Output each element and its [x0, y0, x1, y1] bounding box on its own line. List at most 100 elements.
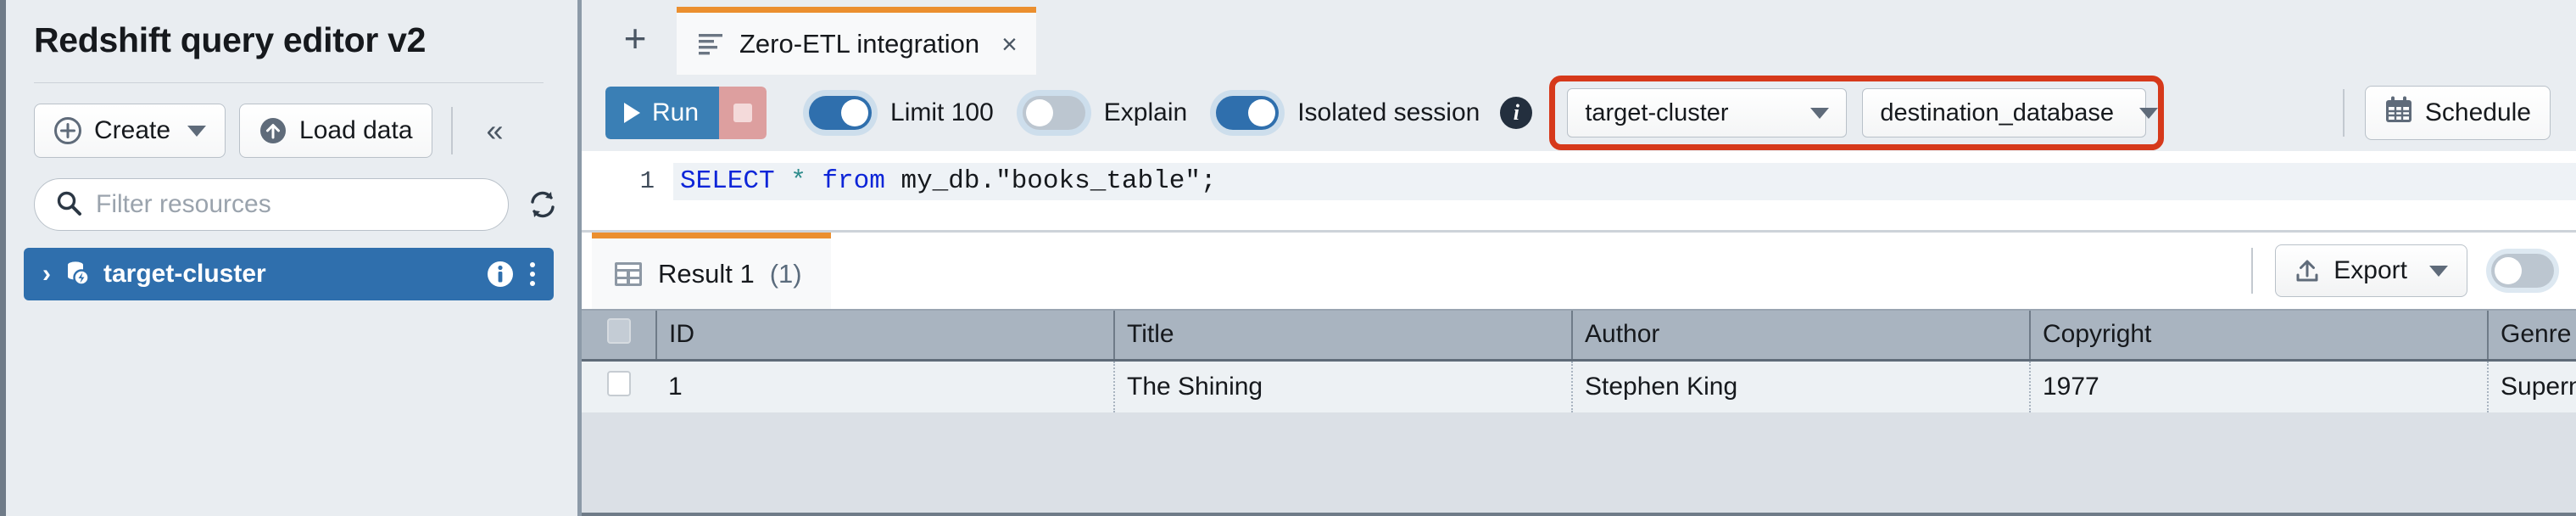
cell-copyright: 1977: [2030, 360, 2488, 412]
results-grid-wrap: ID Title Author Copyright Genre 1 The: [582, 311, 2576, 516]
stop-button[interactable]: [719, 87, 767, 139]
refresh-icon[interactable]: [526, 188, 560, 222]
info-icon[interactable]: [486, 260, 515, 289]
result-tab-count: (1): [770, 259, 802, 289]
chevron-down-icon: [187, 126, 206, 137]
column-header-id[interactable]: ID: [656, 311, 1114, 360]
tab-zero-etl-integration[interactable]: Zero-ETL integration ×: [677, 7, 1036, 75]
run-button[interactable]: Run: [605, 87, 719, 139]
page-title: Redshift query editor v2: [0, 0, 577, 60]
toggle-knob: [1026, 99, 1053, 126]
sql-table-ref: my_db."books_table";: [885, 166, 1217, 196]
limit-toggle[interactable]: [809, 96, 872, 130]
resource-tree: › target-cluster: [0, 231, 577, 300]
column-header-copyright[interactable]: Copyright: [2030, 311, 2488, 360]
close-icon[interactable]: ×: [1001, 31, 1018, 58]
sql-keyword-select: SELECT: [680, 166, 775, 196]
create-button-label: Create: [94, 116, 170, 145]
redshift-query-editor-app: Redshift query editor v2 Create: [0, 0, 2576, 516]
database-select[interactable]: destination_database: [1862, 88, 2146, 137]
schedule-button[interactable]: Schedule: [2365, 86, 2551, 140]
cluster-icon: [63, 258, 92, 291]
database-select-value: destination_database: [1880, 99, 2114, 127]
cell-author: Stephen King: [1572, 360, 2030, 412]
select-all-checkbox[interactable]: [607, 318, 631, 344]
sql-code-line[interactable]: SELECT * from my_db."books_table";: [673, 163, 2576, 200]
sql-editor[interactable]: 1 SELECT * from my_db."books_table";: [582, 151, 2576, 233]
table-header-row: ID Title Author Copyright Genre: [582, 311, 2576, 360]
chevron-down-icon: [1810, 108, 1829, 119]
isolated-session-toggle[interactable]: [1216, 96, 1279, 130]
sql-space-2: [806, 166, 822, 196]
select-all-header[interactable]: [582, 311, 656, 360]
chevron-right-icon[interactable]: ›: [42, 261, 51, 287]
cluster-select[interactable]: target-cluster: [1567, 88, 1847, 137]
results-view-toggle[interactable]: [2491, 254, 2554, 288]
sidebar-action-divider: [451, 107, 453, 154]
results-tabbar-spacer: [831, 233, 2252, 309]
toggle-knob: [2495, 257, 2522, 284]
export-button[interactable]: Export: [2275, 244, 2467, 297]
sidebar-item-label: target-cluster: [103, 260, 266, 289]
row-checkbox[interactable]: [607, 371, 631, 396]
results-empty-area: [582, 412, 2576, 516]
info-icon[interactable]: i: [1500, 97, 1532, 129]
new-tab-button[interactable]: +: [605, 8, 665, 68]
editor-tabbar: + Zero-ETL integration ×: [582, 0, 2576, 75]
results-tabbar: Result 1 (1) Export: [582, 233, 2576, 311]
create-button[interactable]: Create: [34, 104, 226, 158]
query-toolbar: Run Limit 100 Explain Isolated session i…: [582, 75, 2576, 151]
table-grid-icon: [614, 261, 643, 287]
run-group: Run: [605, 87, 767, 139]
results-actions: Export: [2251, 233, 2576, 309]
limit-toggle-label: Limit 100: [890, 98, 994, 127]
isolated-session-label: Isolated session: [1297, 98, 1480, 127]
sql-star: *: [790, 166, 806, 196]
toolbar-divider-2: [2343, 89, 2345, 137]
result-tab-label: Result 1: [658, 259, 755, 289]
sql-space-1: [775, 166, 791, 196]
tab-result-1[interactable]: Result 1 (1): [592, 233, 831, 309]
cell-id: 1: [656, 360, 1114, 412]
upload-icon: [2294, 258, 2320, 283]
calendar-icon: [2384, 95, 2413, 131]
export-button-label: Export: [2333, 256, 2407, 285]
toggle-knob: [841, 99, 868, 126]
results-panel: Result 1 (1) Export: [582, 233, 2576, 516]
tab-label: Zero-ETL integration: [739, 29, 979, 59]
explain-toggle-label: Explain: [1104, 98, 1187, 127]
toggle-knob: [1248, 99, 1275, 126]
explain-toggle[interactable]: [1023, 96, 1085, 130]
run-button-label: Run: [652, 98, 699, 127]
sidebar-actions: Create Load data «: [0, 83, 577, 158]
sidebar-item-target-cluster[interactable]: › target-cluster: [24, 248, 554, 300]
results-action-divider: [2251, 248, 2253, 294]
stop-icon: [733, 104, 752, 122]
filter-row: Filter resources: [0, 158, 577, 231]
load-data-button[interactable]: Load data: [239, 104, 432, 158]
schedule-button-label: Schedule: [2425, 98, 2531, 127]
table-row[interactable]: 1 The Shining Stephen King 1977 Supernat…: [582, 360, 2576, 412]
chevron-down-icon: [2429, 266, 2448, 277]
sql-keyword-from: from: [822, 166, 884, 196]
more-options-icon[interactable]: [527, 262, 538, 286]
query-lines-icon: [699, 33, 724, 55]
column-header-title[interactable]: Title: [1114, 311, 1572, 360]
load-data-button-label: Load data: [299, 116, 412, 145]
filter-placeholder-text: Filter resources: [96, 190, 271, 219]
sidebar: Redshift query editor v2 Create: [0, 0, 582, 516]
cell-genre: Supernatural fiction: [2488, 360, 2576, 412]
main-panel: + Zero-ETL integration ×: [582, 0, 2576, 516]
play-icon: [624, 103, 640, 123]
chevron-down-icon: [2139, 108, 2158, 119]
cell-title: The Shining: [1114, 360, 1572, 412]
column-header-author[interactable]: Author: [1572, 311, 2030, 360]
connection-highlight-box: target-cluster destination_database: [1549, 76, 2164, 150]
collapse-sidebar-button[interactable]: «: [480, 112, 510, 149]
filter-resources-input[interactable]: Filter resources: [34, 178, 509, 231]
row-select-cell[interactable]: [582, 360, 656, 412]
cluster-select-value: target-cluster: [1585, 99, 1728, 127]
column-header-genre[interactable]: Genre: [2488, 311, 2576, 360]
search-icon: [55, 189, 82, 221]
circle-plus-icon: [53, 116, 82, 145]
